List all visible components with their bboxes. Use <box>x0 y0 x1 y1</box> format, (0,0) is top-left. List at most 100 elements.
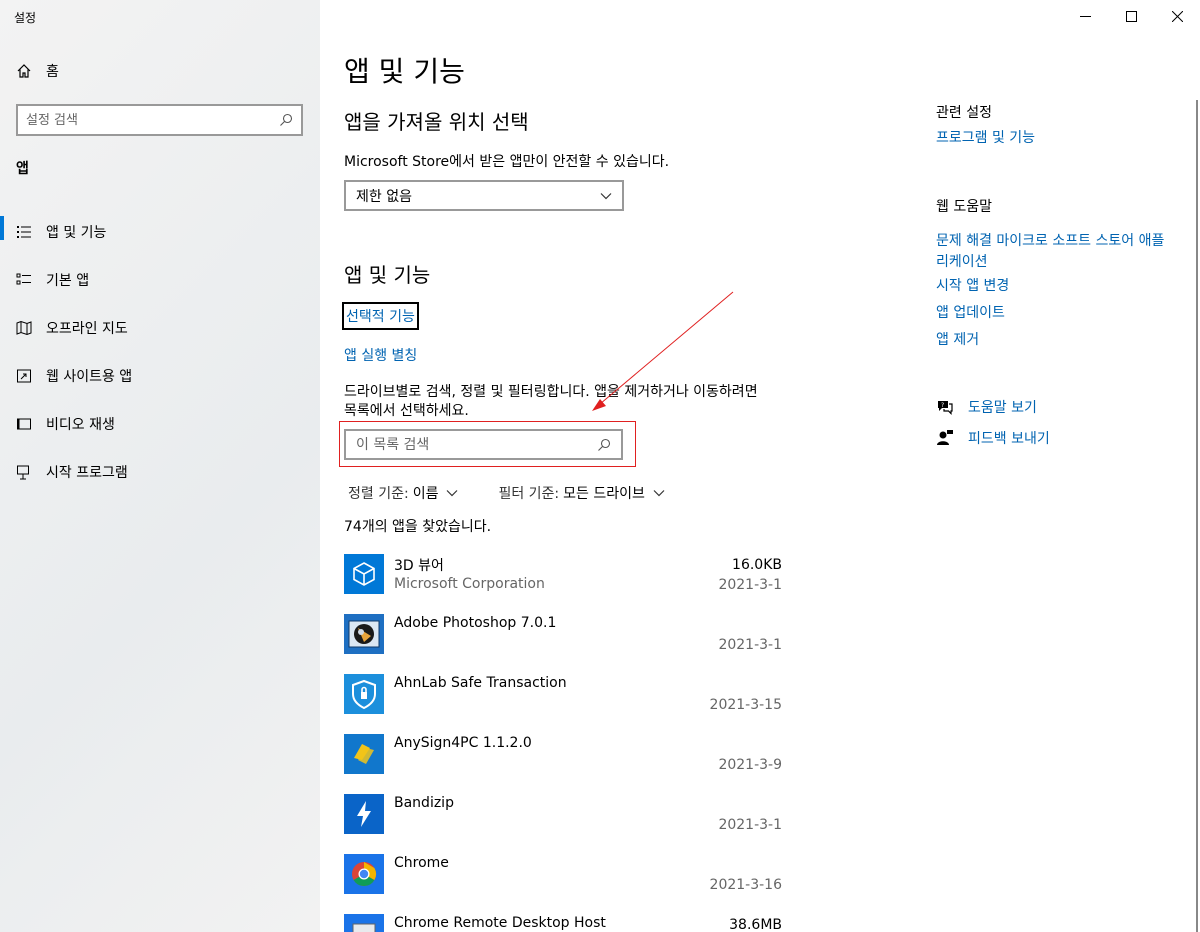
shield-icon <box>344 674 384 714</box>
main-content: 앱 및 기능 앱을 가져올 위치 선택 Microsoft Store에서 받은… <box>320 0 1200 932</box>
app-date: 2021-3-1 <box>718 577 782 593</box>
filter-dropdown[interactable]: 필터 기준: 모든 드라이브 <box>498 483 665 503</box>
help-chat-icon: ? <box>938 401 953 415</box>
sidebar-item-label: 기본 앱 <box>46 273 90 289</box>
app-date: 2021-3-1 <box>718 637 782 653</box>
minimize-button[interactable] <box>1062 0 1108 32</box>
app-name: Chrome <box>394 855 449 871</box>
sidebar-item-label: 비디오 재생 <box>46 417 115 433</box>
app-list-search-input[interactable] <box>356 436 597 453</box>
home-icon <box>17 64 31 78</box>
app-name: Bandizip <box>394 795 454 811</box>
change-startup-link[interactable]: 시작 앱 변경 <box>936 276 1176 297</box>
sidebar-item-startup[interactable]: 시작 프로그램 <box>0 448 320 496</box>
app-list-search[interactable] <box>344 429 623 460</box>
web-help-heading: 웹 도움말 <box>936 199 992 215</box>
list-item[interactable]: Chrome 2021-3-16 <box>344 852 784 912</box>
photoshop-icon <box>344 614 384 654</box>
app-update-link[interactable]: 앱 업데이트 <box>936 303 1176 324</box>
related-heading: 관련 설정 <box>936 105 992 121</box>
list-item[interactable]: AnySign4PC 1.1.2.0 2021-3-9 <box>344 732 784 792</box>
list-check-icon <box>16 273 31 285</box>
settings-search-input[interactable] <box>26 112 279 128</box>
sidebar-nav: 앱 및 기능 기본 앱 오프라인 지도 웹 사이트용 앱 비디오 재생 시작 프… <box>0 208 320 496</box>
svg-text:?: ? <box>941 402 944 409</box>
app-date: 2021-3-16 <box>709 877 782 893</box>
feedback-label: 피드백 보내기 <box>968 431 1050 447</box>
chrome-icon <box>344 854 384 894</box>
cube-icon <box>344 554 384 594</box>
app-publisher: Microsoft Corporation <box>394 576 545 592</box>
filter-bar: 정렬 기준: 이름 필터 기준: 모든 드라이브 <box>348 483 665 503</box>
link-window-icon <box>17 369 31 383</box>
sidebar-item-label: 오프라인 지도 <box>46 321 128 337</box>
search-icon[interactable] <box>597 438 611 452</box>
troubleshoot-store-link[interactable]: 문제 해결 마이크로 소프트 스토어 애플 리케이션 <box>936 231 1176 273</box>
anysign-icon <box>344 734 384 774</box>
sort-value: 이름 <box>412 486 439 502</box>
list-item[interactable]: Bandizip 2021-3-1 <box>344 792 784 852</box>
bandizip-icon <box>344 794 384 834</box>
active-indicator <box>0 216 4 240</box>
dropdown-value: 제한 없음 <box>356 188 412 205</box>
sidebar-item-offline-maps[interactable]: 오프라인 지도 <box>0 304 320 352</box>
get-help-link[interactable]: ? 도움말 보기 <box>936 397 1037 417</box>
sidebar-item-default-apps[interactable]: 기본 앱 <box>0 256 320 304</box>
remote-desktop-icon <box>344 914 384 932</box>
section-label: 앱 <box>16 161 29 177</box>
app-date: 2021-3-9 <box>718 757 782 773</box>
app-size: 38.6MB <box>729 917 782 932</box>
sidebar-item-apps-features[interactable]: 앱 및 기능 <box>0 208 320 256</box>
app-list: 3D 뷰어 Microsoft Corporation 16.0KB 2021-… <box>344 552 784 932</box>
sort-label: 정렬 기준: <box>348 486 409 502</box>
map-icon <box>16 320 32 336</box>
window-title: 설정 <box>14 11 37 25</box>
list-item[interactable]: AhnLab Safe Transaction 2021-3-15 <box>344 672 784 732</box>
app-size: 16.0KB <box>732 557 782 573</box>
app-name: AnySign4PC 1.1.2.0 <box>394 735 532 751</box>
close-button[interactable] <box>1154 0 1200 32</box>
list-item[interactable]: Adobe Photoshop 7.0.1 2021-3-1 <box>344 612 784 672</box>
feedback-link[interactable]: 피드백 보내기 <box>936 428 1050 448</box>
maximize-icon <box>1125 10 1137 22</box>
feedback-icon <box>937 430 953 445</box>
maximize-button[interactable] <box>1108 0 1154 32</box>
install-source-description: Microsoft Store에서 받은 앱만이 안전할 수 있습니다. <box>344 154 670 170</box>
page-title: 앱 및 기능 <box>344 55 465 88</box>
minimize-icon <box>1079 15 1091 17</box>
chevron-down-icon <box>653 490 665 497</box>
apps-description-line2: 목록에서 선택하세요. <box>344 403 469 419</box>
apps-features-heading: 앱 및 기능 <box>344 263 431 287</box>
sidebar: 설정 홈 앱 앱 및 기능 기본 앱 오프라인 지도 웹 사이트용 앱 비디오 … <box>0 0 320 932</box>
optional-features-link[interactable]: 선택적 기능 <box>342 302 419 330</box>
sidebar-item-video-playback[interactable]: 비디오 재생 <box>0 400 320 448</box>
list-item[interactable]: 3D 뷰어 Microsoft Corporation 16.0KB 2021-… <box>344 552 784 612</box>
sidebar-item-apps-websites[interactable]: 웹 사이트용 앱 <box>0 352 320 400</box>
startup-icon <box>17 465 29 480</box>
list-icon <box>17 226 31 238</box>
settings-search[interactable] <box>16 104 303 136</box>
app-aliases-link[interactable]: 앱 실행 별칭 <box>344 345 417 365</box>
list-item[interactable]: Chrome Remote Desktop Host 38.6MB <box>344 912 784 932</box>
app-name: Chrome Remote Desktop Host <box>394 915 606 931</box>
chevron-down-icon <box>447 490 458 497</box>
scrollbar[interactable] <box>1196 100 1198 932</box>
app-name: AhnLab Safe Transaction <box>394 675 567 691</box>
app-name: 3D 뷰어 <box>394 558 444 574</box>
install-source-dropdown[interactable]: 제한 없음 <box>344 180 624 211</box>
sidebar-item-label: 웹 사이트용 앱 <box>46 369 133 385</box>
install-source-heading: 앱을 가져올 위치 선택 <box>344 110 529 134</box>
app-count: 74개의 앱을 찾았습니다. <box>344 519 492 535</box>
sidebar-item-label: 시작 프로그램 <box>46 465 128 481</box>
remove-app-link[interactable]: 앱 제거 <box>936 330 1176 351</box>
get-help-label: 도움말 보기 <box>968 400 1037 416</box>
programs-features-link[interactable]: 프로그램 및 기능 <box>936 128 1176 149</box>
sort-dropdown[interactable]: 정렬 기준: 이름 <box>348 483 458 503</box>
video-icon <box>17 418 31 430</box>
home-link[interactable]: 홈 <box>16 61 59 81</box>
apps-description-line1: 드라이브별로 검색, 정렬 및 필터링합니다. 앱을 제거하거나 이동하려면 <box>344 384 758 400</box>
close-icon <box>1171 10 1183 22</box>
chevron-down-icon <box>600 192 612 199</box>
search-icon[interactable] <box>279 113 293 127</box>
app-date: 2021-3-15 <box>709 697 782 713</box>
